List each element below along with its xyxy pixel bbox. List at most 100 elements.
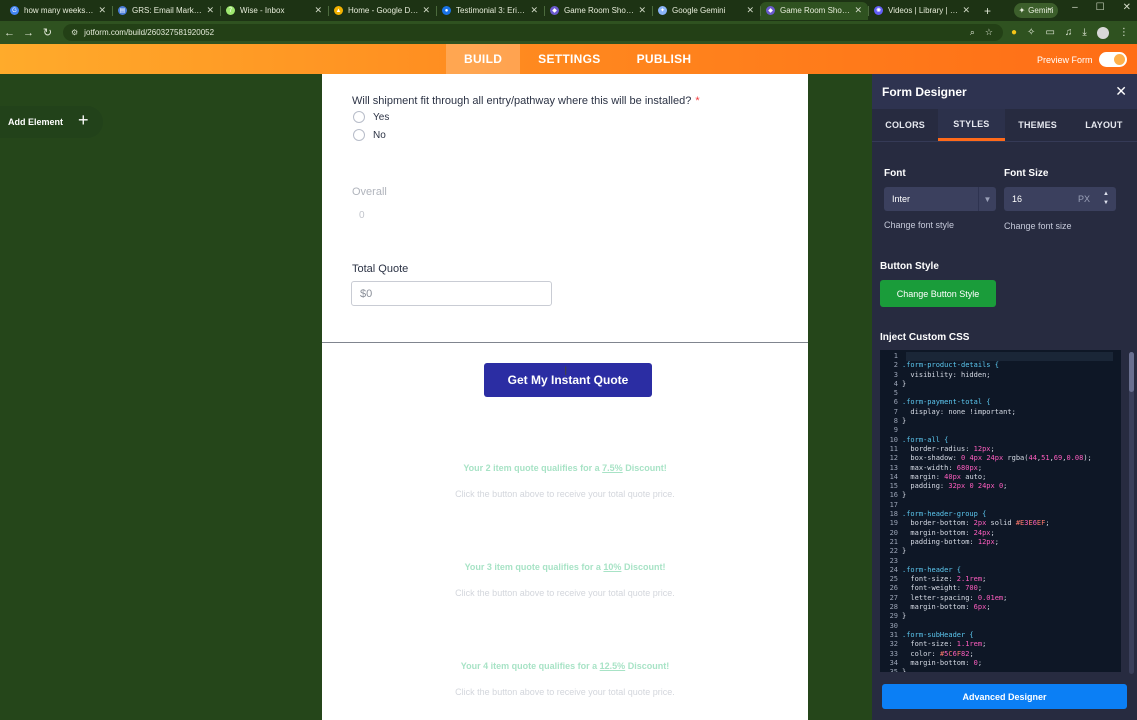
discount-block-4: Your 4 item quote qualifies for a 12.5% … — [322, 661, 808, 697]
line-number: 7 — [893, 407, 898, 416]
reload-icon[interactable]: ↻ — [38, 26, 57, 39]
font-size-input[interactable]: 16 PX ▲ ▼ — [1004, 187, 1116, 211]
tab-close-icon[interactable]: ✕ — [638, 5, 646, 16]
code-line: 5 — [880, 389, 1121, 398]
code-text: margin-bottom: 0; — [902, 658, 983, 667]
maximize-icon[interactable]: ☐ — [1096, 2, 1105, 13]
browser-tab[interactable]: 7 Wise - Inbox ✕ — [220, 2, 328, 20]
nav-build[interactable]: BUILD — [446, 44, 521, 74]
forward-icon[interactable]: → — [19, 27, 38, 39]
code-text: font-size: 1.1rem; — [902, 640, 987, 649]
code-text: } — [902, 612, 907, 621]
chevron-down-icon[interactable]: ▼ — [978, 187, 996, 211]
tab-themes[interactable]: THEMES — [1005, 109, 1071, 141]
total-quote-input[interactable]: $0 — [351, 281, 552, 306]
add-element-label: Add Element — [8, 117, 64, 127]
tab-colors[interactable]: COLORS — [872, 109, 938, 141]
tab-close-icon[interactable]: ✕ — [98, 5, 106, 16]
code-line: 26 font-weight: 700; — [880, 584, 1121, 593]
radio-label-no: No — [373, 129, 386, 141]
browser-tab[interactable]: ▤ GRS: Email Marketing Ha✕ — [112, 2, 220, 20]
bookmark-star-icon[interactable]: ☆ — [985, 27, 993, 38]
code-line: 11 border-radius: 12px; — [880, 445, 1121, 454]
overall-value: 0 — [359, 210, 365, 221]
radio-option-no[interactable]: No — [353, 129, 386, 141]
tab-close-icon[interactable]: ✕ — [962, 5, 970, 16]
tab-label: GRS: Email Marketing Ha — [132, 6, 203, 15]
extension-icon[interactable]: ● — [1011, 27, 1017, 38]
browser-tab[interactable]: ▲ Home - Google Drive ✕ — [328, 2, 436, 20]
tab-label: Wise - Inbox — [240, 6, 285, 15]
code-line: 19 border-bottom: 2px solid #E3E6EF; — [880, 519, 1121, 528]
tab-favicon-icon: ✺ — [874, 6, 883, 15]
browser-tab[interactable]: ◆ Game Room Shop Installa ✕ — [760, 1, 868, 20]
required-mark: * — [695, 95, 700, 107]
line-number: 3 — [893, 370, 898, 379]
url-field[interactable]: ⚙ jotform.com/build/260327581920052 ⌕ ☆ — [63, 24, 1003, 41]
tab-close-icon[interactable]: ✕ — [314, 5, 322, 16]
radio-circle[interactable] — [353, 129, 365, 141]
browser-tab[interactable]: ◆ Game Room Shop Installa ✕ — [544, 2, 652, 20]
add-element-button[interactable]: Add Element + — [0, 106, 103, 138]
tab-close-icon[interactable]: ✕ — [854, 5, 862, 16]
nav-settings[interactable]: SETTINGS — [520, 44, 618, 74]
code-line: 8} — [880, 417, 1121, 426]
minimize-icon[interactable]: – — [1072, 2, 1078, 13]
close-icon[interactable]: ✕ — [1115, 83, 1127, 100]
download-icon[interactable]: ⤓ — [1082, 27, 1086, 38]
menu-kebab-icon[interactable]: ⋮ — [1119, 27, 1129, 38]
close-window-icon[interactable]: ✕ — [1123, 2, 1131, 13]
browser-tab[interactable]: Ghow many weeks in a qu ✕ — [4, 2, 112, 20]
line-number: 28 — [889, 603, 898, 612]
tab-favicon-icon: ◆ — [766, 6, 775, 15]
get-quote-button[interactable]: Get My Instant Quote — [484, 363, 652, 397]
browser-tab[interactable]: ● Testimonial 3: Erika Cruz ✕ — [436, 2, 544, 20]
stepper-icon[interactable]: ▲ ▼ — [1096, 187, 1116, 211]
preview-form-toggle[interactable]: Preview Form — [1037, 52, 1127, 67]
tab-close-icon[interactable]: ✕ — [422, 5, 430, 16]
line-number: 1 — [893, 352, 898, 360]
site-info-icon[interactable]: ⚙ — [71, 28, 78, 37]
new-tab-plus-icon[interactable]: + — [984, 4, 991, 18]
line-number: 19 — [889, 519, 898, 528]
code-line: 10 .form-all { — [880, 436, 1121, 445]
code-text: .form-product-details { — [902, 361, 999, 370]
radio-circle[interactable] — [353, 111, 365, 123]
code-line: 29} — [880, 612, 1121, 621]
tab-strip: Ghow many weeks in a qu ✕ ▤ GRS: Email Mark… — [4, 1, 976, 20]
browser-tab[interactable]: ✦ Google Gemini ✕ — [652, 2, 760, 20]
radio-option-yes[interactable]: Yes — [353, 111, 389, 123]
font-size-label: Font Size — [1004, 168, 1049, 179]
line-number: 24 — [889, 565, 898, 574]
tab-close-icon[interactable]: ✕ — [530, 5, 538, 16]
preview-form-label: Preview Form — [1037, 54, 1093, 65]
font-select[interactable]: Inter ▼ — [884, 187, 996, 211]
editor-scrollbar[interactable] — [1129, 352, 1134, 674]
change-button-style-button[interactable]: Change Button Style — [880, 280, 996, 307]
tab-layout[interactable]: LAYOUT — [1071, 109, 1137, 141]
media-icon[interactable]: ♫ — [1065, 27, 1073, 38]
tab-close-icon[interactable]: ✕ — [746, 5, 754, 16]
editor-scroll-thumb[interactable] — [1129, 352, 1134, 392]
line-number: 27 — [889, 593, 898, 602]
form-canvas: Will shipment fit through all entry/path… — [322, 74, 808, 720]
puzzle-icon[interactable]: ✧ — [1027, 27, 1035, 38]
code-line: 9 — [880, 426, 1121, 435]
profile-avatar[interactable] — [1096, 26, 1109, 39]
back-icon[interactable]: ← — [0, 27, 19, 39]
tab-label: how many weeks in a qu — [24, 6, 94, 15]
nav-publish[interactable]: PUBLISH — [619, 44, 710, 74]
zoom-icon[interactable]: ⌕ — [970, 27, 975, 38]
tab-close-icon[interactable]: ✕ — [206, 5, 214, 16]
code-line: 22} — [880, 547, 1121, 556]
dropdown-chevron-icon[interactable]: ⌄ — [1046, 2, 1054, 13]
tab-label: Game Room Shop Installa — [564, 6, 634, 15]
custom-css-editor[interactable]: 1 2 .form-product-details {3 visibility: h… — [880, 350, 1121, 672]
line-number: 29 — [889, 612, 898, 621]
advanced-designer-button[interactable]: Advanced Designer — [882, 684, 1127, 709]
tab-styles[interactable]: STYLES — [938, 109, 1005, 141]
discount-subtext: Click the button above to receive your t… — [455, 687, 675, 697]
preview-toggle-switch[interactable] — [1098, 52, 1127, 67]
browser-tab[interactable]: ✺ Videos | Library | Loom✕ — [868, 2, 976, 20]
tab-search-icon[interactable]: ▭ — [1045, 27, 1054, 38]
